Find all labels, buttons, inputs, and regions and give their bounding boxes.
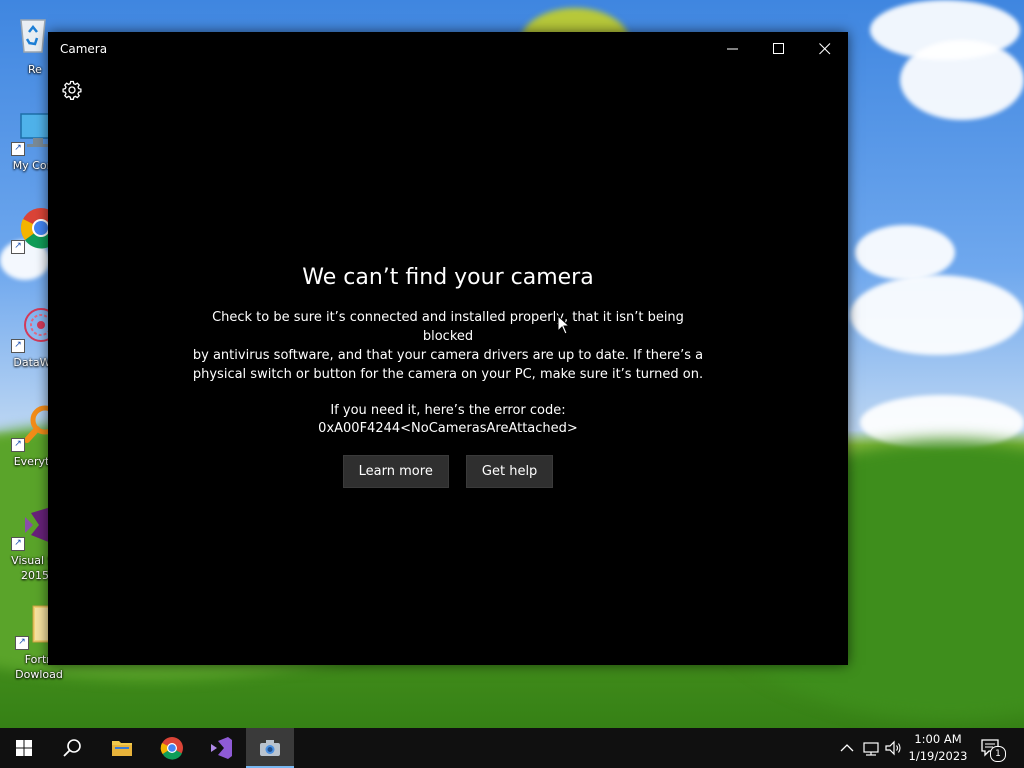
taskbar-search-button[interactable] (48, 728, 96, 768)
get-help-button[interactable]: Get help (465, 455, 554, 488)
shortcut-arrow-icon: ↗ (11, 142, 25, 156)
taskbar-google-chrome[interactable] (148, 728, 196, 768)
taskbar-camera[interactable] (246, 728, 294, 768)
volume-icon[interactable] (884, 738, 902, 758)
action-center-button[interactable]: 1 (980, 737, 1006, 762)
clock-time: 1:00 AM (914, 732, 962, 746)
minimize-icon (727, 48, 738, 50)
desktop: Re ↗ My Com ↗ ↗ DataWa ↗ Everyth ↗ Visua… (0, 0, 1024, 768)
shortcut-arrow-icon: ↗ (11, 339, 25, 353)
wallpaper-cloud (900, 40, 1024, 120)
close-icon (819, 43, 831, 55)
chevron-up-icon[interactable] (838, 738, 856, 758)
notification-count-badge: 1 (990, 746, 1006, 762)
mouse-cursor-icon (557, 315, 571, 335)
close-button[interactable] (802, 32, 848, 66)
wallpaper-cloud (855, 225, 955, 280)
taskbar-file-explorer[interactable] (98, 728, 146, 768)
gear-icon (62, 80, 82, 100)
error-code-label: If you need it, here’s the error code: (330, 403, 566, 418)
visual-studio-icon (211, 737, 232, 759)
chrome-icon (160, 737, 183, 760)
camera-error-panel: We can’t find your camera Check to be su… (48, 262, 848, 488)
title-bar[interactable]: Camera (48, 32, 848, 66)
taskbar-visual-studio[interactable] (197, 728, 245, 768)
maximize-icon (773, 43, 784, 54)
shortcut-arrow-icon: ↗ (11, 240, 25, 254)
error-heading: We can’t find your camera (302, 265, 594, 290)
wallpaper-cloud (850, 275, 1024, 355)
windows-logo-icon (16, 740, 32, 756)
error-code: 0xA00F4244<NoCamerasAreAttached> (318, 421, 578, 436)
folder-icon (112, 741, 132, 756)
taskbar: 1:00 AM 1/19/2023 1 (0, 728, 1024, 768)
camera-window: Camera We can’t find your camera Check t… (48, 32, 848, 665)
camera-icon (260, 740, 280, 756)
window-title: Camera (60, 42, 108, 56)
search-icon (63, 739, 81, 757)
shortcut-arrow-icon: ↗ (11, 537, 25, 551)
network-icon[interactable] (862, 738, 880, 758)
error-description: Check to be sure it’s connected and inst… (192, 310, 704, 382)
start-button[interactable] (0, 728, 48, 768)
shortcut-arrow-icon: ↗ (15, 636, 29, 650)
settings-button[interactable] (60, 78, 84, 102)
taskbar-clock[interactable]: 1:00 AM 1/19/2023 (904, 731, 972, 765)
learn-more-button[interactable]: Learn more (342, 455, 449, 488)
error-code-section: If you need it, here’s the error code: 0… (48, 402, 848, 438)
error-actions: Learn more Get help (48, 455, 848, 488)
minimize-button[interactable] (710, 32, 756, 66)
maximize-button[interactable] (756, 32, 802, 66)
shortcut-arrow-icon: ↗ (11, 438, 25, 452)
clock-date: 1/19/2023 (908, 749, 968, 763)
